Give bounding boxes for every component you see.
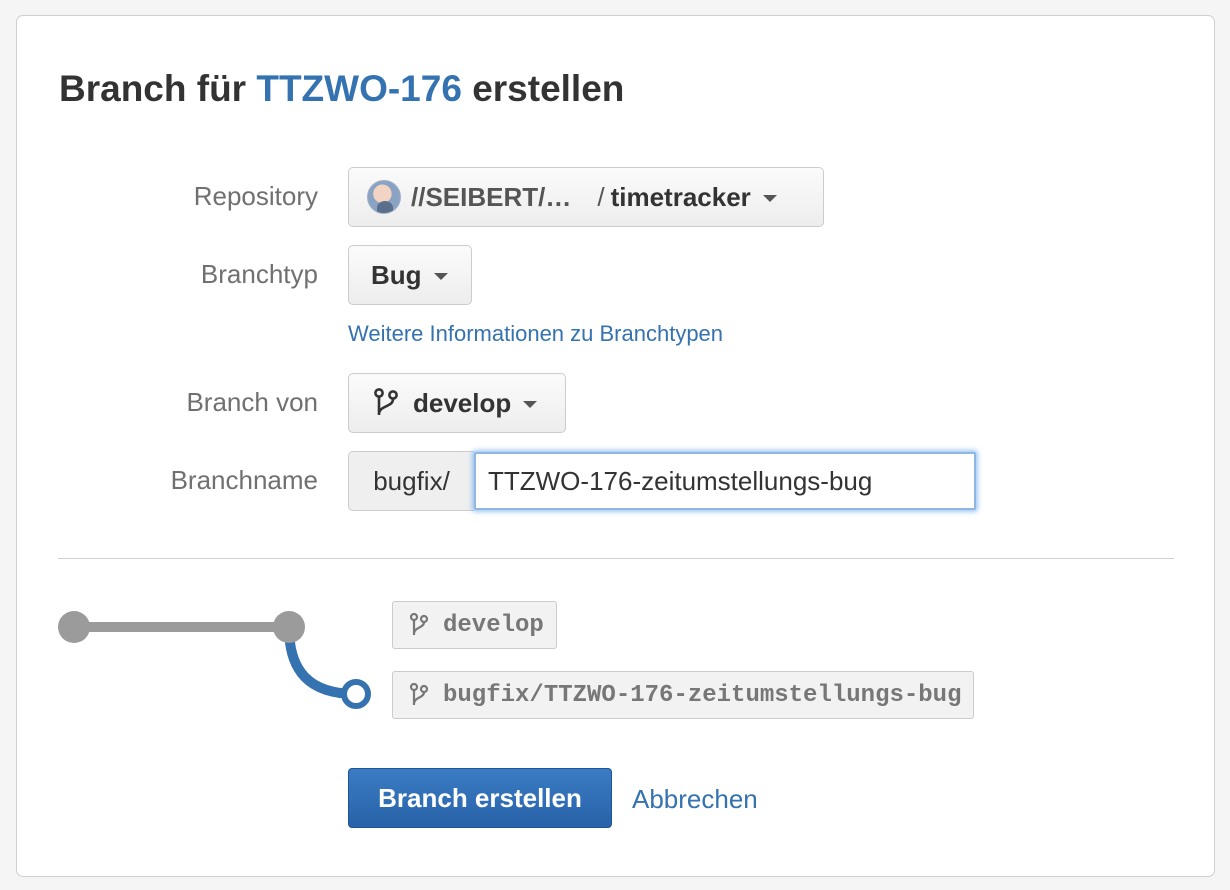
branch-diagram bbox=[58, 611, 371, 709]
repository-owner: //SEIBERT/… bbox=[411, 181, 572, 212]
source-branch-chip: develop bbox=[392, 601, 557, 649]
caret-down-icon bbox=[433, 272, 448, 280]
title-prefix: Branch für bbox=[59, 68, 257, 109]
create-branch-button[interactable]: Branch erstellen bbox=[348, 768, 612, 828]
new-branch-chip: bugfix/TTZWO-176-zeitumstellungs-bug bbox=[392, 671, 975, 719]
dialog-title: Branch für TTZWO-176 erstellen bbox=[59, 68, 624, 110]
repository-name: timetracker bbox=[610, 181, 751, 212]
branch-from-select[interactable]: develop bbox=[348, 373, 566, 433]
branch-from-value: develop bbox=[413, 387, 512, 418]
create-branch-dialog: Branch für TTZWO-176 erstellen Repositor… bbox=[16, 15, 1215, 877]
branch-icon bbox=[409, 613, 429, 635]
branchtype-help-link[interactable]: Weitere Informationen zu Branchtypen bbox=[348, 321, 723, 347]
branchtype-value: Bug bbox=[371, 259, 422, 290]
repository-separator: / bbox=[597, 181, 605, 212]
branchtype-label: Branchtyp bbox=[200, 259, 318, 289]
branch-icon bbox=[409, 683, 429, 705]
title-suffix: erstellen bbox=[461, 68, 625, 109]
divider bbox=[58, 558, 1174, 559]
branchname-prefix: bugfix/ bbox=[348, 451, 474, 511]
caret-down-icon bbox=[762, 194, 777, 202]
diagram-start-node bbox=[58, 611, 90, 643]
repository-label: Repository bbox=[193, 181, 318, 211]
branchname-label: Branchname bbox=[170, 465, 318, 495]
caret-down-icon bbox=[523, 400, 538, 408]
new-branch-name: bugfix/TTZWO-176-zeitumstellungs-bug bbox=[443, 681, 962, 709]
branch-from-label: Branch von bbox=[186, 387, 318, 417]
cancel-link[interactable]: Abbrechen bbox=[632, 784, 758, 815]
branchtype-select[interactable]: Bug bbox=[348, 245, 472, 305]
diagram-fork-node bbox=[273, 611, 305, 643]
repository-select[interactable]: //SEIBERT/… / timetracker bbox=[348, 167, 824, 227]
diagram-branch-line bbox=[284, 626, 357, 699]
branch-icon bbox=[374, 388, 398, 415]
avatar bbox=[367, 180, 401, 214]
source-branch-name: develop bbox=[443, 611, 544, 639]
issue-key-link[interactable]: TTZWO-176 bbox=[256, 68, 462, 109]
diagram-new-branch-node bbox=[341, 679, 371, 709]
branchname-input[interactable] bbox=[474, 452, 976, 510]
